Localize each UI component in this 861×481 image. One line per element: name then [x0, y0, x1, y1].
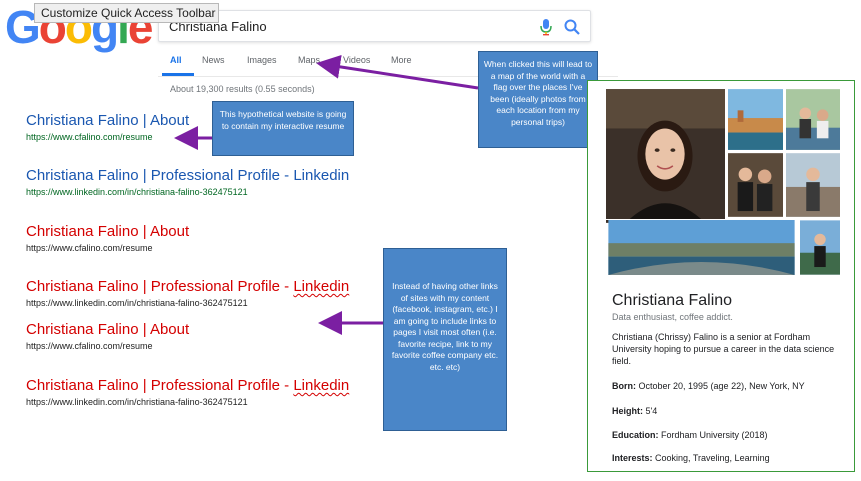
result-title-link[interactable]: Christiana Falino | Professional Profile… [26, 278, 349, 296]
travel-photo[interactable] [727, 88, 784, 151]
travel-photo[interactable] [785, 152, 841, 218]
note-links: Instead of having other links of sites w… [383, 248, 507, 431]
result-stats: About 19,300 results (0.55 seconds) [170, 84, 315, 94]
result-url: https://www.linkedin.com/in/christiana-f… [26, 298, 248, 308]
tab-maps[interactable]: Maps [298, 55, 320, 65]
panel-description: Christiana (Chrissy) Falino is a senior … [612, 332, 835, 366]
search-input[interactable] [169, 17, 529, 35]
fact-value: Cooking, Traveling, Learning [652, 453, 770, 463]
tab-images[interactable]: Images [247, 55, 277, 65]
result-title-text: Christiana Falino | Professional Profile… [26, 167, 294, 184]
search-box[interactable] [158, 10, 591, 42]
tab-videos[interactable]: Videos [343, 55, 370, 65]
result-title-link[interactable]: Christiana Falino | About [26, 321, 189, 339]
tab-news[interactable]: News [202, 55, 225, 65]
result-url: https://www.linkedin.com/in/christiana-f… [26, 397, 248, 407]
result-title-linkedin: Linkedin [293, 167, 350, 184]
result-title-link[interactable]: Christiana Falino | Professional Profile… [26, 377, 349, 395]
knowledge-panel: Christiana Falino Data enthusiast, coffe… [587, 80, 855, 472]
fact-education: Education: Fordham University (2018) [612, 430, 768, 440]
profile-photo[interactable] [605, 88, 726, 224]
tab-all[interactable]: All [170, 55, 182, 65]
travel-photo[interactable] [799, 219, 841, 276]
fact-label: Interests: [612, 453, 653, 463]
result-url: https://www.cfalino.com/resume [26, 341, 153, 351]
search-icon[interactable] [563, 18, 581, 36]
fact-value: October 20, 1995 (age 22), New York, NY [636, 381, 805, 391]
result-title-linkedin: Linkedin [293, 278, 350, 295]
panel-name: Christiana Falino [612, 292, 733, 309]
toolbar-tooltip: Customize Quick Access Toolbar [34, 3, 219, 23]
panorama-photo[interactable] [605, 219, 798, 276]
fact-label: Height: [612, 406, 643, 416]
result-url: https://www.linkedin.com/in/christiana-f… [26, 187, 248, 197]
travel-photo[interactable] [727, 152, 784, 218]
travel-photo[interactable] [785, 88, 841, 151]
tab-more[interactable]: More [391, 55, 412, 65]
result-title-text: Christiana Falino | Professional Profile… [26, 377, 294, 394]
result-url: https://www.cfalino.com/resume [26, 132, 153, 142]
result-title-linkedin: Linkedin [293, 377, 350, 394]
fact-value: Fordham University (2018) [658, 430, 768, 440]
mic-icon[interactable] [538, 18, 554, 36]
fact-height: Height: 5'4 [612, 406, 657, 416]
fact-value: 5'4 [643, 406, 658, 416]
fact-interests: Interests: Cooking, Traveling, Learning [612, 453, 770, 463]
panel-subtitle: Data enthusiast, coffee addict. [612, 312, 733, 322]
result-title-link[interactable]: Christiana Falino | About [26, 223, 189, 241]
fact-label: Education: [612, 430, 659, 440]
fact-label: Born: [612, 381, 636, 391]
result-url: https://www.cfalino.com/resume [26, 243, 153, 253]
fact-born: Born: October 20, 1995 (age 22), New Yor… [612, 381, 805, 391]
result-title-link[interactable]: Christiana Falino | About [26, 112, 189, 130]
result-title-link[interactable]: Christiana Falino | Professional Profile… [26, 167, 349, 185]
note-website: This hypothetical website is going to co… [212, 101, 354, 156]
note-maps: When clicked this will lead to a map of … [478, 51, 598, 148]
result-title-text: Christiana Falino | Professional Profile… [26, 278, 294, 295]
